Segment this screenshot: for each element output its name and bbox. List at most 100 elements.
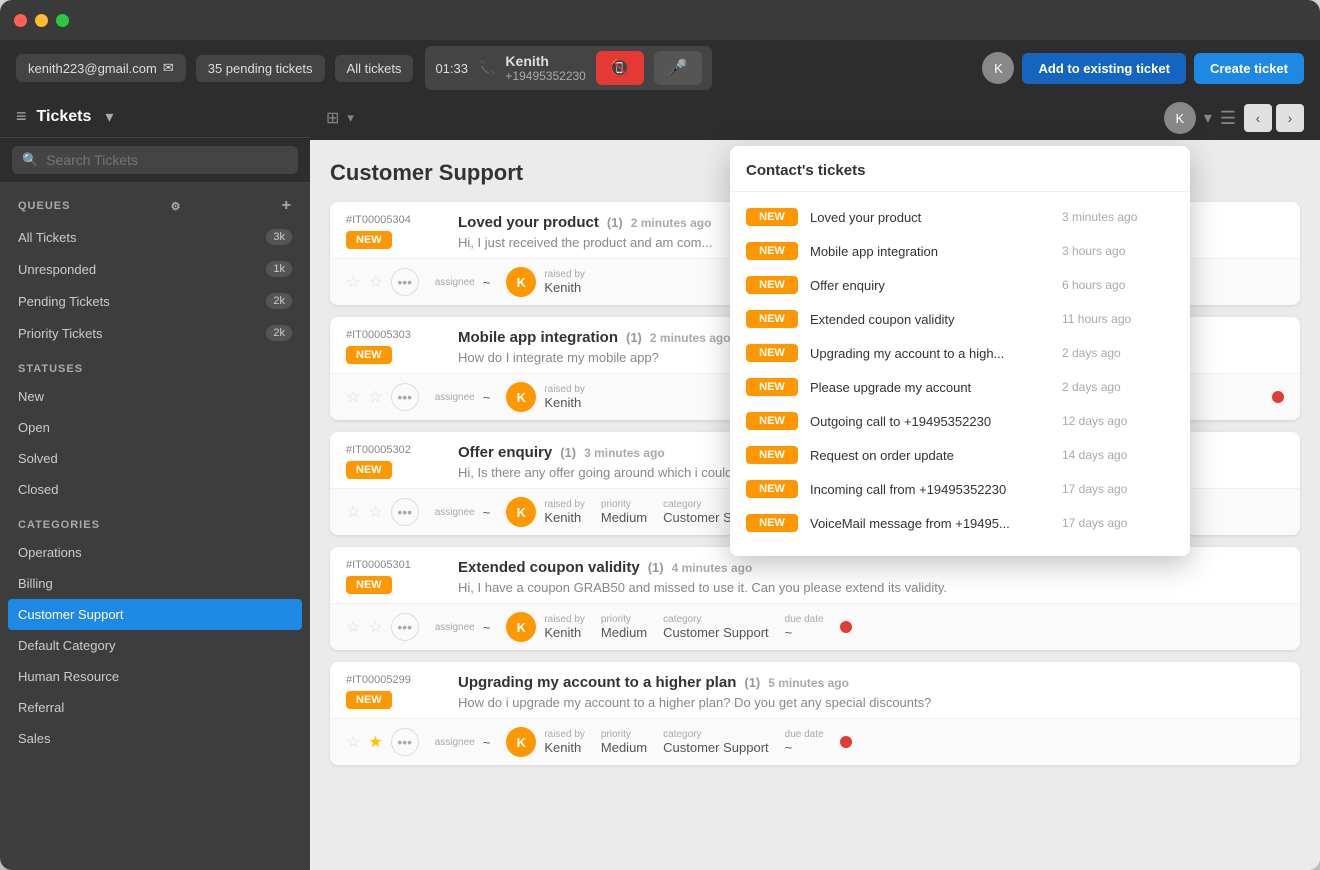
- popup-time: 14 days ago: [1062, 448, 1127, 462]
- bookmark-button[interactable]: ☆: [368, 502, 382, 522]
- ticket-preview: How do i upgrade my account to a higher …: [458, 695, 1058, 710]
- ticket-id-block: #IT00005304 NEW: [346, 214, 446, 249]
- sidebar-item-billing[interactable]: Billing: [0, 568, 310, 599]
- sidebar-item-open[interactable]: Open: [0, 412, 310, 443]
- red-dot: [840, 621, 852, 633]
- statuses-section-label: STATUSES: [0, 349, 310, 381]
- popup-item[interactable]: NEW VoiceMail message from +19495... 17 …: [730, 506, 1190, 540]
- popup-item[interactable]: NEW Please upgrade my account 2 days ago: [730, 370, 1190, 404]
- more-button[interactable]: •••: [391, 268, 419, 296]
- email-badge[interactable]: kenith223@gmail.com ✉: [16, 54, 186, 82]
- all-tickets-badge[interactable]: All tickets: [335, 55, 414, 82]
- ticket-id-block: #IT00005303 NEW: [346, 329, 446, 364]
- star-button[interactable]: ☆: [346, 272, 360, 292]
- sidebar-item-unresponded[interactable]: Unresponded 1k: [0, 253, 310, 285]
- more-button[interactable]: •••: [391, 728, 419, 756]
- bookmark-button[interactable]: ☆: [368, 387, 382, 407]
- sidebar-item-referral[interactable]: Referral: [0, 692, 310, 723]
- star-button[interactable]: ☆: [346, 502, 360, 522]
- nav-right: K ▾ ☰ ‹ ›: [1164, 102, 1304, 134]
- popup-item[interactable]: NEW Offer enquiry 6 hours ago: [730, 268, 1190, 302]
- star-button[interactable]: ☆: [346, 387, 360, 407]
- popup-subject: Loved your product: [810, 210, 1050, 225]
- popup-item[interactable]: NEW Extended coupon validity 11 hours ag…: [730, 302, 1190, 336]
- ticket-footer: ☆ ☆ ••• assignee ~ K raised by: [330, 603, 1300, 650]
- hangup-button[interactable]: 📵: [596, 51, 644, 85]
- assignee-block: assignee ~: [435, 620, 491, 635]
- maximize-button[interactable]: [56, 14, 69, 27]
- top-nav-bar: ⊞ ▾ K ▾ ☰ ‹ ›: [310, 96, 1320, 140]
- popup-badge: NEW: [746, 276, 798, 294]
- nav-label: ▾: [347, 110, 354, 126]
- sidebar-title: Tickets: [37, 108, 92, 126]
- sidebar-item-default-category[interactable]: Default Category: [0, 630, 310, 661]
- email-icon: ✉: [163, 60, 174, 76]
- popup-subject: Mobile app integration: [810, 244, 1050, 259]
- ticket-title: Extended coupon validity (1) 4 minutes a…: [458, 559, 1284, 576]
- popup-item[interactable]: NEW Mobile app integration 3 hours ago: [730, 234, 1190, 268]
- tickets-icon: ≡: [16, 106, 27, 127]
- user-avatar[interactable]: K: [982, 52, 1014, 84]
- star-button[interactable]: ☆: [346, 732, 360, 752]
- sidebar-item-customer-support[interactable]: Customer Support: [8, 599, 302, 630]
- sidebar-item-sales[interactable]: Sales: [0, 723, 310, 754]
- search-icon: 🔍: [22, 152, 38, 168]
- breadcrumb: ⊞ ▾: [326, 108, 1154, 128]
- sidebar-item-human-resource[interactable]: Human Resource: [0, 661, 310, 692]
- due-date-block: due date ~: [785, 729, 824, 755]
- popup-badge: NEW: [746, 446, 798, 464]
- close-button[interactable]: [14, 14, 27, 27]
- nav-next-button[interactable]: ›: [1276, 104, 1304, 132]
- sidebar-item-new[interactable]: New: [0, 381, 310, 412]
- ticket-actions: ☆ ☆ •••: [346, 268, 419, 296]
- popup-item[interactable]: NEW Request on order update 14 days ago: [730, 438, 1190, 472]
- more-button[interactable]: •••: [391, 383, 419, 411]
- add-existing-ticket-button[interactable]: Add to existing ticket: [1022, 53, 1185, 84]
- create-ticket-button[interactable]: Create ticket: [1194, 53, 1304, 84]
- sidebar-item-solved[interactable]: Solved: [0, 443, 310, 474]
- ticket-info: Extended coupon validity (1) 4 minutes a…: [458, 559, 1284, 595]
- sidebar-item-priority-tickets[interactable]: Priority Tickets 2k: [0, 317, 310, 349]
- minimize-button[interactable]: [35, 14, 48, 27]
- bookmark-button[interactable]: ☆: [368, 617, 382, 637]
- favorite-button[interactable]: ★: [368, 732, 382, 752]
- sidebar-item-all-tickets[interactable]: All Tickets 3k: [0, 221, 310, 253]
- ticket-title: Upgrading my account to a higher plan (1…: [458, 674, 1284, 691]
- sidebar-item-pending-tickets[interactable]: Pending Tickets 2k: [0, 285, 310, 317]
- popup-item[interactable]: NEW Loved your product 3 minutes ago: [730, 200, 1190, 234]
- popup-item[interactable]: NEW Incoming call from +19495352230 17 d…: [730, 472, 1190, 506]
- ticket-preview: Hi, I have a coupon GRAB50 and missed to…: [458, 580, 1058, 595]
- raised-by-block: K raised by Kenith: [506, 267, 585, 297]
- bookmark-button[interactable]: ☆: [368, 272, 382, 292]
- ticket-actions: ☆ ☆ •••: [346, 498, 419, 526]
- popup-time: 11 hours ago: [1062, 312, 1131, 326]
- grid-icon: ⊞: [326, 108, 339, 128]
- popup-badge: NEW: [746, 310, 798, 328]
- more-button[interactable]: •••: [391, 498, 419, 526]
- ticket-id: #IT00005304: [346, 214, 446, 226]
- nav-prev-button[interactable]: ‹: [1244, 104, 1272, 132]
- sidebar-item-closed[interactable]: Closed: [0, 474, 310, 505]
- pending-badge[interactable]: 35 pending tickets: [196, 55, 325, 82]
- sidebar-item-operations[interactable]: Operations: [0, 537, 310, 568]
- popup-item[interactable]: NEW Outgoing call to +19495352230 12 day…: [730, 404, 1190, 438]
- ticket-id: #IT00005301: [346, 559, 446, 571]
- more-button[interactable]: •••: [391, 613, 419, 641]
- ticket-id: #IT00005302: [346, 444, 446, 456]
- avatar: K: [506, 612, 536, 642]
- mic-icon: 🎤: [668, 60, 688, 77]
- nav-avatar[interactable]: K: [1164, 102, 1196, 134]
- popup-item[interactable]: NEW Upgrading my account to a high... 2 …: [730, 336, 1190, 370]
- star-button[interactable]: ☆: [346, 617, 360, 637]
- popup-title: Contact's tickets: [730, 162, 1190, 192]
- gear-icon[interactable]: ⚙: [171, 200, 182, 213]
- search-input[interactable]: [46, 152, 288, 168]
- popup-badge: NEW: [746, 242, 798, 260]
- mic-button[interactable]: 🎤: [654, 51, 702, 85]
- add-queue-icon[interactable]: +: [282, 197, 292, 215]
- ticket-actions: ☆ ☆ •••: [346, 613, 419, 641]
- sidebar-header: ≡ Tickets ▾: [0, 96, 310, 138]
- ticket-badge: NEW: [346, 346, 392, 364]
- ticket-footer: ☆ ★ ••• assignee ~ K raised by: [330, 718, 1300, 765]
- ticket-card: #IT00005299 NEW Upgrading my account to …: [330, 662, 1300, 765]
